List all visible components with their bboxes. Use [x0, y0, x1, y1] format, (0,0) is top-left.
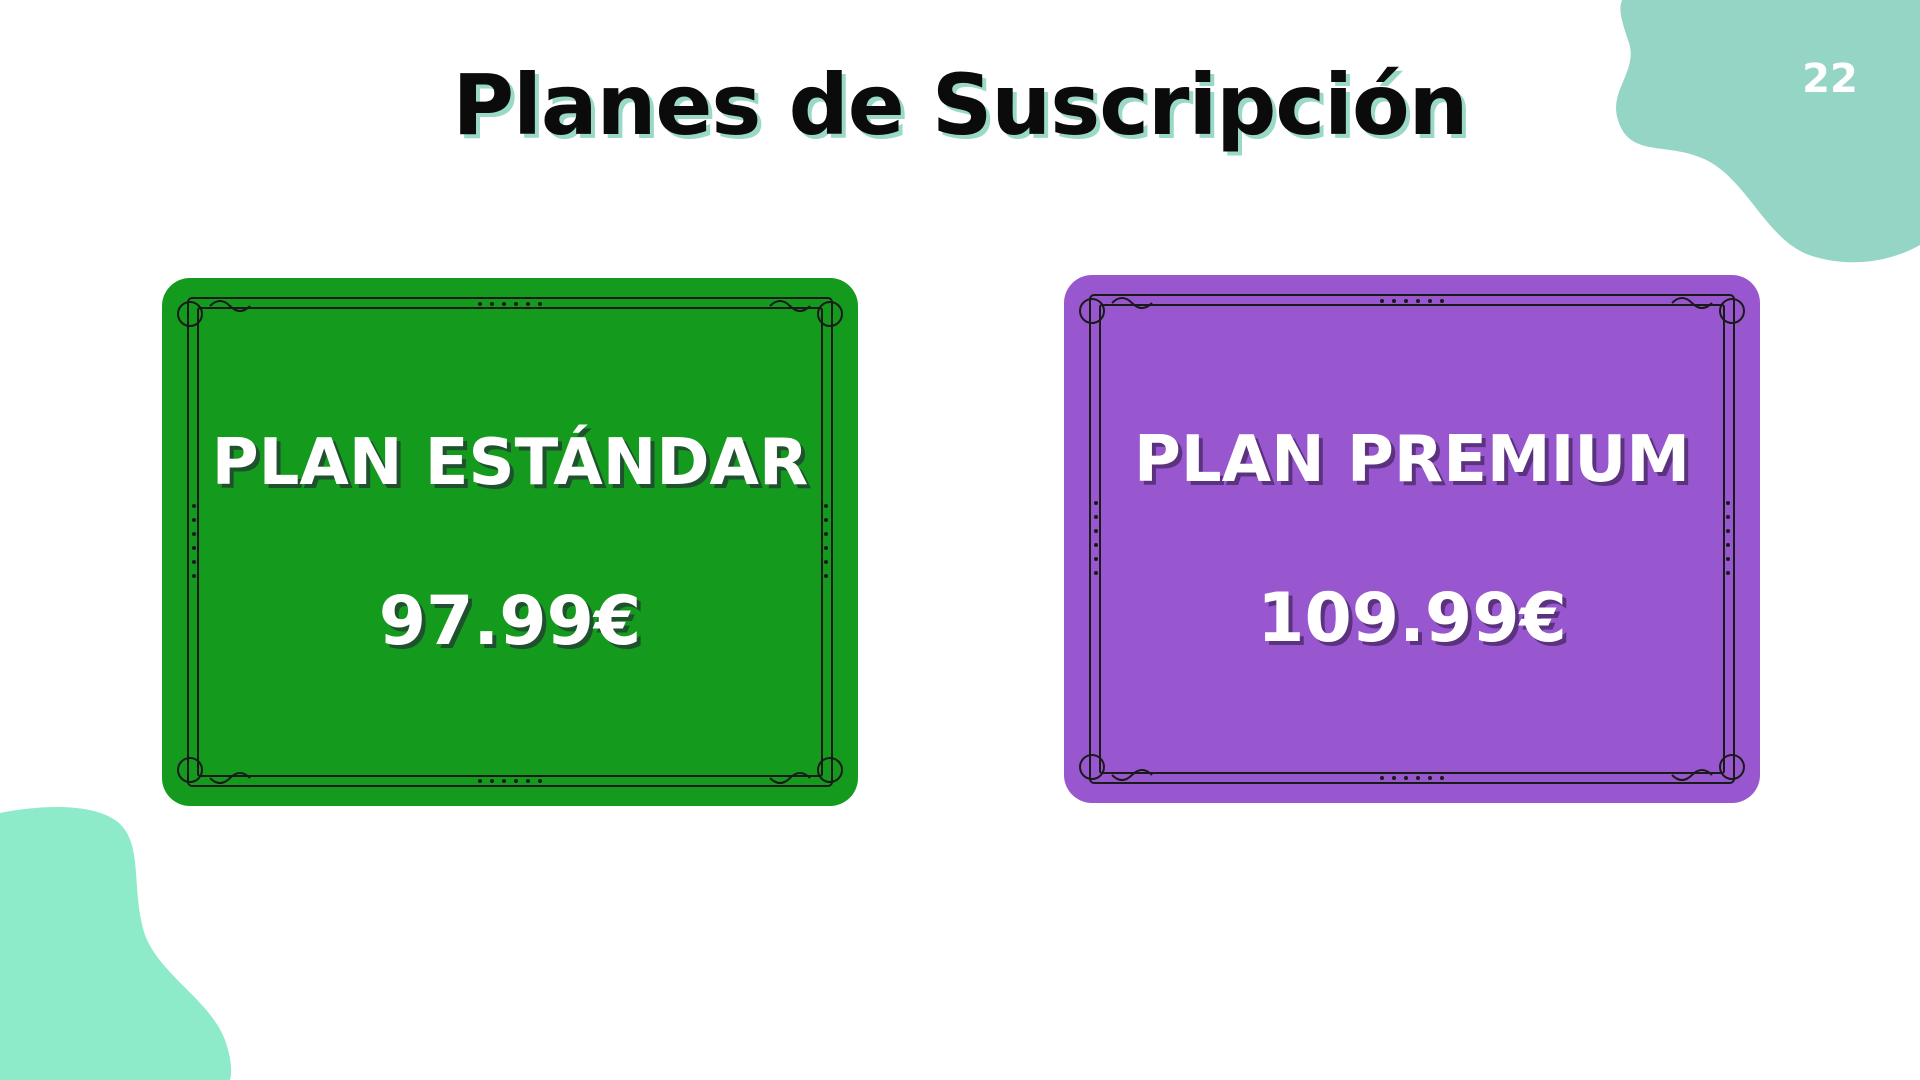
page-title: Planes de Suscripción — [452, 56, 1469, 154]
plan-card-standard: PLAN ESTÁNDAR 97.99€ — [160, 276, 860, 808]
plan-card-premium: PLAN PREMIUM 109.99€ — [1062, 273, 1762, 805]
plan-price: 109.99€ — [1257, 579, 1567, 658]
decorative-blob-bottom-left — [0, 807, 232, 1080]
plan-name: PLAN PREMIUM — [1133, 423, 1691, 497]
card-frame — [162, 278, 858, 806]
plan-name: PLAN ESTÁNDAR — [211, 426, 809, 500]
card-frame — [1064, 275, 1760, 803]
page-number: 22 — [1802, 56, 1858, 102]
plan-price: 97.99€ — [378, 582, 642, 661]
